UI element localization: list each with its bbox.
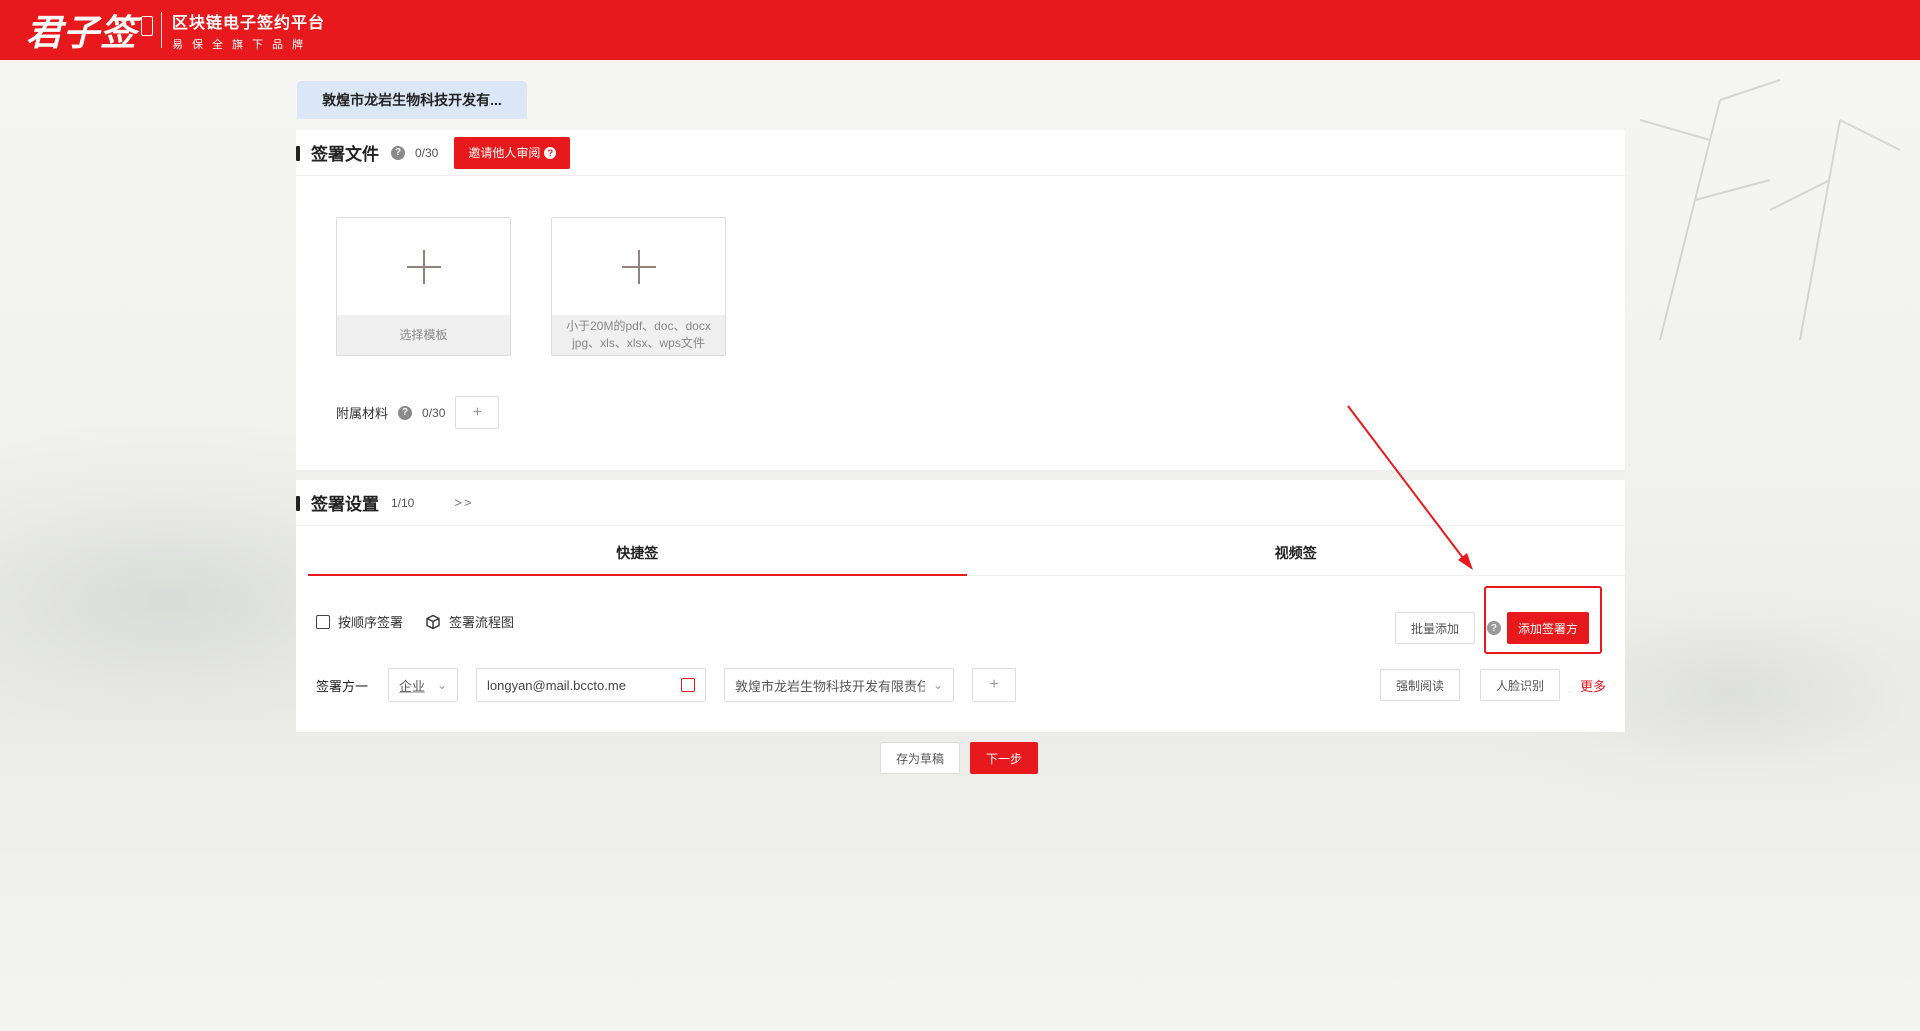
more-link[interactable]: 更多 <box>1580 676 1606 695</box>
chevron-down-icon: ⌄ <box>932 678 943 692</box>
attachment-row: 附属材料 ? 0/30 + <box>336 396 500 429</box>
section-title: 签署设置 <box>311 495 379 514</box>
cube-icon[interactable] <box>425 614 441 630</box>
expand-arrows[interactable]: >> <box>454 495 473 510</box>
signer-email-value: longyan@mail.bccto.me <box>487 677 626 693</box>
section-marker <box>296 146 300 161</box>
contact-book-icon[interactable] <box>681 678 695 692</box>
signer-email-input[interactable]: longyan@mail.bccto.me <box>476 668 706 702</box>
signer-company-value: 敦煌市龙岩生物科技开发有限责任公司 <box>735 678 925 694</box>
help-icon: ? <box>544 146 557 159</box>
batch-add-button[interactable]: 批量添加 <box>1394 612 1475 644</box>
attachment-label: 附属材料 <box>336 406 389 421</box>
sign-files-panel: 签署文件 ? 0/30 邀请他人审阅 ? 选择模板 小于20M的pdf、doc、… <box>296 130 1625 470</box>
sign-files-header: 签署文件 ? 0/30 邀请他人审阅 ? <box>296 130 1625 176</box>
logo-text: 区块链电子签约平台 易保全旗下品牌 <box>172 9 325 52</box>
flowchart-label[interactable]: 签署流程图 <box>449 612 514 631</box>
sequential-checkbox[interactable] <box>316 614 330 629</box>
upload-caption-line2: jpg、xls、xlsx、wps文件 <box>572 336 705 350</box>
tab-quick-sign[interactable]: 快捷签 <box>308 530 967 576</box>
sign-settings-header: 签署设置 1/10 >> <box>296 480 1625 526</box>
section-title: 签署文件 <box>311 145 379 164</box>
brand-logo[interactable]: 君子签 区块链电子签约平台 易保全旗下品牌 <box>26 4 325 56</box>
force-read-button[interactable]: 强制阅读 <box>1379 669 1460 701</box>
signer-count: 1/10 <box>391 495 415 510</box>
upload-card-caption: 小于20M的pdf、doc、docx jpg、xls、xlsx、wps文件 <box>552 315 725 355</box>
invite-review-label: 邀请他人审阅 <box>468 146 541 160</box>
signer-extra-actions: 强制阅读 人脸识别 更多 <box>1379 669 1606 701</box>
signer-type-select[interactable]: 企业 ⌄ <box>388 668 458 702</box>
company-tab-label: 敦煌市龙岩生物科技开发有... <box>322 92 502 108</box>
sequential-label: 按顺序签署 <box>338 615 404 630</box>
signer-row: 签署方一 企业 ⌄ longyan@mail.bccto.me 敦煌市龙岩生物科… <box>316 668 1606 702</box>
section-marker <box>296 496 300 511</box>
signer-company-select[interactable]: 敦煌市龙岩生物科技开发有限责任公司 ⌄ <box>724 668 954 702</box>
sign-mode-tabs: 快捷签 视频签 <box>308 530 1625 576</box>
tab-label: 视频签 <box>1274 544 1317 561</box>
footer-actions: 存为草稿 下一步 <box>880 742 1039 774</box>
save-draft-button[interactable]: 存为草稿 <box>880 742 961 774</box>
file-count: 0/30 <box>415 145 439 160</box>
next-step-button[interactable]: 下一步 <box>970 742 1039 774</box>
upload-caption-line1: 小于20M的pdf、doc、docx <box>566 319 711 333</box>
attachment-count: 0/30 <box>422 405 446 420</box>
signer-type-value: 企业 <box>399 678 426 694</box>
invite-review-button[interactable]: 邀请他人审阅 ? <box>454 136 571 169</box>
logo-wordmark: 君子签 <box>26 12 138 54</box>
top-header: 君子签 区块链电子签约平台 易保全旗下品牌 <box>0 0 1920 60</box>
template-card-caption: 选择模板 <box>337 315 510 355</box>
signer-actions: 批量添加 ? 添加签署方 <box>1394 612 1589 644</box>
add-attachment-button[interactable]: + <box>455 396 500 429</box>
sign-settings-panel: 签署设置 1/10 >> 快捷签 视频签 按顺序签署 签署流程图 批量添加 ? … <box>296 480 1625 732</box>
sign-options-row: 按顺序签署 签署流程图 <box>316 612 514 631</box>
help-icon[interactable]: ? <box>1486 621 1501 635</box>
add-field-button[interactable]: + <box>972 668 1016 702</box>
plus-icon <box>337 218 510 316</box>
help-icon[interactable]: ? <box>398 405 413 420</box>
logo-title: 区块链电子签约平台 <box>172 14 326 32</box>
chevron-down-icon: ⌄ <box>436 678 447 692</box>
help-icon[interactable]: ? <box>391 145 405 160</box>
logo-divider <box>161 12 163 48</box>
section-divider <box>296 470 1625 480</box>
add-signer-button[interactable]: 添加签署方 <box>1506 612 1589 644</box>
background-bamboo <box>1639 79 1901 340</box>
logo-seal-icon <box>141 16 154 36</box>
company-tab[interactable]: 敦煌市龙岩生物科技开发有... <box>297 81 527 119</box>
signer-label: 签署方一 <box>316 678 369 694</box>
upload-file-card[interactable]: 小于20M的pdf、doc、docx jpg、xls、xlsx、wps文件 <box>551 217 726 356</box>
face-id-button[interactable]: 人脸识别 <box>1479 669 1560 701</box>
select-template-card[interactable]: 选择模板 <box>336 217 511 356</box>
tab-video-sign[interactable]: 视频签 <box>967 530 1626 575</box>
logo-subtitle: 易保全旗下品牌 <box>172 38 313 51</box>
plus-icon <box>552 218 725 316</box>
tab-label: 快捷签 <box>616 544 659 561</box>
